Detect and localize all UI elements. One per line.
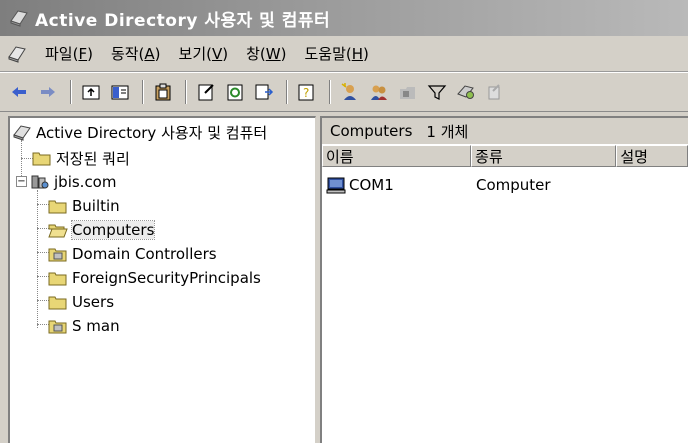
tree-item-label: jbis.com — [54, 173, 117, 191]
svg-text:?: ? — [303, 86, 309, 100]
window-title: Active Directory 사용자 및 컴퓨터 — [35, 10, 331, 31]
tree-item-label: Users — [72, 293, 115, 311]
new-group-icon — [371, 85, 387, 100]
export-list-icon — [255, 84, 274, 100]
toolbar-separator — [185, 80, 187, 104]
tree-root-label: Active Directory 사용자 및 컴퓨터 — [36, 123, 268, 142]
details-pane[interactable]: Computers 1 개체 이름 종류 설명 COM1 Computer — [320, 116, 688, 443]
ou-folder-icon — [48, 320, 67, 334]
tree-item-label: Domain Controllers — [72, 245, 217, 263]
help-icon: ? — [298, 84, 314, 101]
find-button[interactable] — [453, 79, 479, 105]
up-folder-icon — [82, 85, 100, 100]
computer-icon — [326, 177, 346, 194]
forward-icon — [41, 87, 55, 97]
menu-bar: 파일(F) 동작(A) 보기(V) 창(W) 도움말(H) — [0, 36, 688, 72]
folder-icon — [32, 152, 51, 166]
tree-item-domain-controllers[interactable]: Domain Controllers — [48, 242, 217, 266]
filter-button[interactable] — [424, 79, 450, 105]
back-icon — [12, 87, 26, 97]
tree-item-users[interactable]: Users — [48, 290, 114, 314]
back-button[interactable] — [6, 79, 32, 105]
new-user-icon — [341, 83, 356, 100]
title-bar[interactable]: Active Directory 사용자 및 컴퓨터 — [0, 0, 688, 36]
list-item-name-cell: COM1 — [326, 176, 476, 194]
toolbar-separator — [329, 80, 331, 104]
active-directory-icon — [10, 10, 28, 27]
object-count: 1 개체 — [426, 122, 469, 141]
filter-icon — [427, 85, 447, 100]
show-console-tree-icon — [111, 85, 129, 100]
active-directory-icon — [13, 125, 31, 141]
collapse-toggle[interactable]: − — [16, 176, 27, 187]
tree-item-label: Computers — [70, 220, 156, 240]
tree-item-foreign-security-principals[interactable]: ForeignSecurityPrincipals — [48, 266, 261, 290]
tree-connector — [37, 190, 38, 328]
export-list-button[interactable] — [251, 79, 277, 105]
column-header-description[interactable]: 설명 — [616, 145, 688, 167]
refresh-icon — [227, 84, 243, 101]
list-item-name: COM1 — [349, 176, 394, 194]
tree-item-computers[interactable]: Computers — [48, 218, 156, 242]
delegate-icon — [488, 84, 500, 100]
system-menu-icon[interactable] — [6, 43, 28, 65]
properties-button[interactable] — [193, 79, 219, 105]
tree-item-label: ForeignSecurityPrincipals — [72, 269, 261, 287]
toolbar: ? — [0, 72, 688, 112]
column-header-type[interactable]: 종류 — [471, 145, 617, 167]
menu-window[interactable]: 창(W) — [237, 43, 295, 64]
domain-icon — [31, 175, 49, 189]
tree-root[interactable]: Active Directory 사용자 및 컴퓨터 — [12, 120, 267, 144]
tree-item-label: 저장된 쿼리 — [56, 149, 130, 168]
toolbar-separator — [70, 80, 72, 104]
show-hide-tree-button[interactable] — [107, 79, 133, 105]
tree-item-label: Builtin — [72, 197, 120, 215]
menu-action[interactable]: 동작(A) — [102, 43, 170, 64]
tree-item-s-man[interactable]: S man — [48, 314, 120, 338]
tree-item-saved-queries[interactable]: 저장된 쿼리 — [32, 146, 130, 170]
toolbar-separator — [142, 80, 144, 104]
help-button[interactable]: ? — [294, 79, 320, 105]
forward-button[interactable] — [35, 79, 61, 105]
folder-icon — [48, 296, 67, 310]
console-tree[interactable]: Active Directory 사용자 및 컴퓨터 저장된 쿼리 − jbis… — [8, 116, 316, 443]
new-group-button[interactable] — [366, 79, 392, 105]
new-user-button[interactable] — [337, 79, 363, 105]
find-icon — [457, 85, 474, 99]
new-ou-icon — [400, 87, 415, 99]
folder-icon — [48, 200, 67, 214]
column-headers: 이름 종류 설명 — [322, 145, 688, 167]
column-header-name[interactable]: 이름 — [322, 145, 472, 167]
list-item-type: Computer — [476, 176, 551, 194]
menu-help[interactable]: 도움말(H) — [295, 43, 377, 64]
details-pane-header: Computers 1 개체 — [322, 118, 688, 144]
tree-item-label: S man — [72, 317, 120, 335]
toolbar-separator — [286, 80, 288, 104]
up-button[interactable] — [78, 79, 104, 105]
refresh-button[interactable] — [222, 79, 248, 105]
container-title: Computers — [330, 122, 413, 140]
menu-view[interactable]: 보기(V) — [170, 43, 238, 64]
new-ou-button[interactable] — [395, 79, 421, 105]
tree-item-builtin[interactable]: Builtin — [48, 194, 120, 218]
paste-button[interactable] — [150, 79, 176, 105]
folder-icon — [48, 272, 67, 286]
properties-icon — [198, 84, 214, 101]
list-item[interactable]: COM1 Computer — [326, 174, 616, 196]
tree-item-domain[interactable]: jbis.com — [30, 170, 116, 194]
open-folder-icon — [48, 224, 68, 238]
menu-file[interactable]: 파일(F) — [36, 43, 102, 64]
clipboard-icon — [155, 83, 171, 101]
ou-folder-icon — [48, 248, 67, 262]
delegate-button[interactable] — [482, 79, 508, 105]
